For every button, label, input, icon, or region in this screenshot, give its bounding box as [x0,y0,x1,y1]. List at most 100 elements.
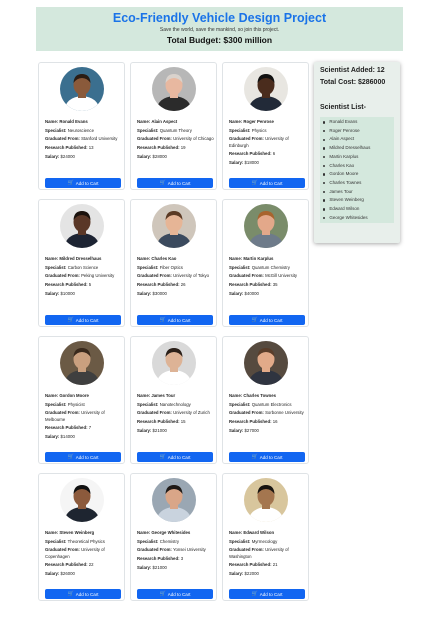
salary-label: Salary: [45,153,60,159]
portrait-image [152,341,196,385]
speciality-value: Quantum Electronics [251,401,292,407]
bullet-icon [323,199,326,202]
salary-value: $40000 [244,290,259,296]
scientist-name: Name: Gordon Moore [45,393,123,399]
research-label: Research Published: [45,562,88,568]
salary-label: Salary: [137,290,152,296]
scientist-list: Ronald Evans Roger Penrose Alain Aspect Mil… [320,117,394,224]
speciality-value: Nanotechnology [159,401,191,407]
research-value: 21 [272,562,278,568]
portrait-image [244,341,288,385]
name-label: Name: [229,393,243,398]
bullet-icon [323,121,326,124]
add-to-cart-button[interactable]: 🛒 Add to Cart [229,315,305,325]
portrait-image [152,204,196,248]
scientist-list-item: Charles Kao [323,162,394,171]
salary-value: $27000 [244,427,259,433]
scientist-graduated: Graduated From: Peking University [45,273,123,279]
scientist-speciality: Specialist: Physics [229,128,307,134]
salary-value: $28000 [152,153,167,159]
scientist-speciality: Specialist: Quantum Electronics [229,402,307,408]
scientist-name: Name: Ronald Evans [45,119,123,125]
salary-value: $14000 [60,434,75,440]
scientist-card: Name: Roger Penrose Specialist: Physics Gr… [222,62,309,190]
scientist-name: Name: James Tour [137,393,215,399]
scientist-list-item: Alain Aspect [323,135,394,144]
speciality-label: Specialist: [45,538,67,544]
research-label: Research Published: [137,282,180,288]
scientist-research: Research Published: 21 [229,562,307,568]
speciality-label: Specialist: [137,538,159,544]
add-to-cart-button[interactable]: 🛒 Add to Cart [229,452,305,462]
add-to-cart-button[interactable]: 🛒 Add to Cart [229,178,305,188]
speciality-label: Specialist: [229,264,251,270]
scientist-info: Name: Steven Weinberg Specialist: Theoret… [45,530,123,580]
cart-icon: 🛒 [251,590,258,597]
speciality-value: Quantum Theory [159,127,192,133]
add-to-cart-button[interactable]: 🛒 Add to Cart [137,178,213,188]
add-to-cart-button[interactable]: 🛒 Add to Cart [137,589,213,599]
portrait-image [244,478,288,522]
cart-icon: 🛒 [251,316,258,323]
scientist-name: Name: Charles Kao [137,256,215,262]
add-to-cart-button[interactable]: 🛒 Add to Cart [137,315,213,325]
add-to-cart-button[interactable]: 🛒 Add to Cart [45,315,121,325]
scientist-avatar [244,67,288,111]
scientist-card: Name: Steven Weinberg Specialist: Theoret… [38,473,125,601]
scientist-salary: Salary: $26000 [45,571,123,577]
bullet-icon [323,173,326,176]
add-to-cart-button[interactable]: 🛒 Add to Cart [45,589,121,599]
scientist-info: Name: James Tour Specialist: Nanotechnolo… [137,393,215,436]
name-label: Name: [229,119,243,124]
scientist-list-name: Alain Aspect [329,136,355,142]
scientist-research: Research Published: 19 [137,145,215,151]
scientist-graduated: Graduated From: Stanford University [45,136,123,142]
research-value: 35 [272,282,278,288]
add-to-cart-button[interactable]: 🛒 Add to Cart [45,452,121,462]
research-value: 3 [180,556,184,562]
speciality-label: Specialist: [229,538,251,544]
scientist-avatar [60,341,104,385]
scientist-speciality: Specialist: Fiber Optics [137,265,215,271]
name-value: Roger Penrose [243,119,274,124]
name-label: Name: [229,530,243,535]
cart-icon: 🛒 [67,316,74,323]
scientist-salary: Salary: $28000 [137,154,215,160]
scientist-speciality: Specialist: Chemistry [137,539,215,545]
scientist-speciality: Specialist: Quantum Chemistry [229,265,307,271]
scientist-salary: Salary: $24000 [45,154,123,160]
salary-label: Salary: [229,427,244,433]
speciality-value: Quantum Chemistry [251,264,290,270]
name-label: Name: [137,393,151,398]
name-label: Name: [45,393,59,398]
add-to-cart-button[interactable]: 🛒 Add to Cart [137,452,213,462]
speciality-value: Fiber Optics [159,264,183,270]
salary-value: $30000 [152,290,167,296]
scientist-avatar [60,204,104,248]
scientist-card: Name: Martin Karplus Specialist: Quantum … [222,199,309,327]
scientist-name: Name: Charles Townes [229,393,307,399]
add-to-cart-button[interactable]: 🛒 Add to Cart [45,178,121,188]
scientist-salary: Salary: $22000 [229,571,307,577]
scientist-avatar [244,478,288,522]
portrait-image [60,341,104,385]
salary-value: $10000 [60,290,75,296]
scientist-research: Research Published: 6 [229,151,307,157]
research-label: Research Published: [229,419,272,425]
scientist-research: Research Published: 15 [137,419,215,425]
scientist-salary: Salary: $18000 [229,160,307,166]
add-to-cart-button[interactable]: 🛒 Add to Cart [229,589,305,599]
scientist-speciality: Specialist: Myrmecology [229,539,307,545]
scientist-card: Name: Mildred Dresselhaus Specialist: Car… [38,199,125,327]
scientist-speciality: Specialist: Physicist [45,402,123,408]
add-to-cart-label: Add to Cart [167,591,191,597]
research-label: Research Published: [137,556,180,562]
cart-icon: 🛒 [159,179,166,186]
scientist-list-item: Edward Wilson [323,205,394,214]
graduated-value: Stanford University [81,136,118,142]
bullet-icon [323,208,326,211]
scientist-avatar [60,67,104,111]
scientist-avatar [152,67,196,111]
scientist-name: Name: Mildred Dresselhaus [45,256,123,262]
scientist-research: Research Published: 3 [137,556,215,562]
